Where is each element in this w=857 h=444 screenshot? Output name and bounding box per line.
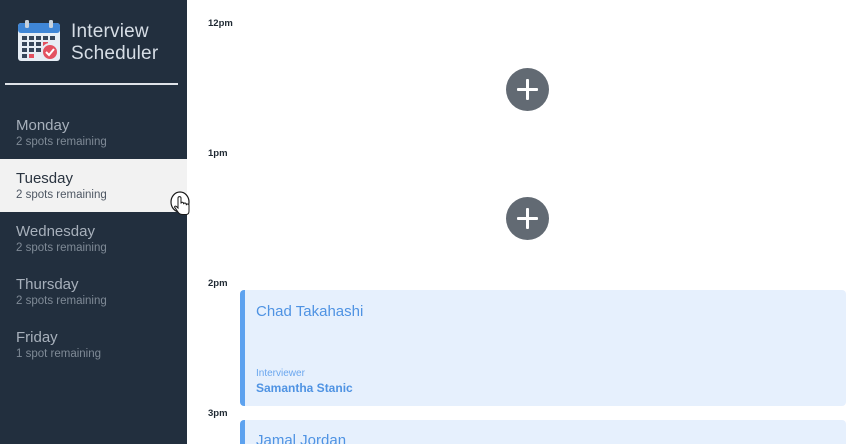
day-name: Wednesday [16,223,95,240]
interviewer-name: Samantha Stanic [256,381,353,395]
calendar-logo-icon [18,20,60,61]
day-name: Tuesday [16,170,73,187]
day-spots: 1 spot remaining [16,348,102,360]
brand-divider [5,83,178,85]
day-item-tuesday[interactable]: Tuesday 2 spots remaining [0,159,187,212]
time-label-1pm: 1pm [208,148,228,159]
add-appointment-button[interactable] [506,197,549,240]
appointment-card[interactable]: Chad Takahashi Interviewer Samantha Stan… [240,290,846,406]
day-item-monday[interactable]: Monday 2 spots remaining [0,106,187,159]
app-title: Interview Scheduler [71,21,159,64]
day-item-wednesday[interactable]: Wednesday 2 spots remaining [0,212,187,265]
interviewer-label: Interviewer [256,368,305,379]
day-spots: 2 spots remaining [16,242,107,254]
day-name: Monday [16,117,70,134]
add-appointment-button[interactable] [506,68,549,111]
sidebar: Interview Scheduler Monday 2 spots remai… [0,0,187,444]
appointment-student-name: Jamal Jordan [256,432,347,444]
day-item-friday[interactable]: Friday 1 spot remaining [0,318,187,371]
time-label-3pm: 3pm [208,408,228,419]
time-label-12pm: 12pm [208,18,233,29]
day-item-thursday[interactable]: Thursday 2 spots remaining [0,265,187,318]
brand: Interview Scheduler [17,20,177,64]
hand-pointer-icon [170,191,190,215]
appointment-card[interactable]: Jamal Jordan [240,420,846,444]
day-list: Monday 2 spots remaining Tuesday 2 spots… [0,106,187,371]
day-spots: 2 spots remaining [16,136,107,148]
day-spots: 2 spots remaining [16,189,107,201]
time-label-2pm: 2pm [208,278,228,289]
appointment-student-name: Chad Takahashi [256,303,364,320]
schedule-panel: 12pm 1pm 2pm Chad Takahashi Interviewer … [187,0,857,444]
day-spots: 2 spots remaining [16,295,107,307]
day-name: Friday [16,329,58,346]
app-window: Interview Scheduler Monday 2 spots remai… [0,0,857,444]
day-name: Thursday [16,276,79,293]
